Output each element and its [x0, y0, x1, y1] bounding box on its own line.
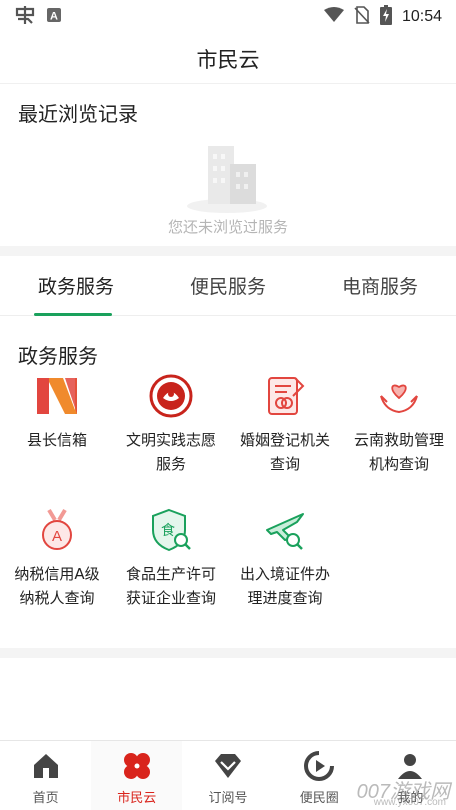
service-label: 出入境证件办理进度查询 — [239, 565, 330, 607]
home-icon — [33, 754, 58, 778]
gov-services-title: 政务服务 — [18, 344, 98, 368]
watermark-url: www.yx007.com — [373, 797, 446, 808]
nav-subscriptions[interactable]: 订阅号 — [182, 741, 273, 810]
wifi-icon — [323, 7, 344, 27]
status-bar: A 10:54 — [0, 0, 456, 34]
a-letter-icon: A — [46, 7, 62, 27]
active-tab-indicator — [34, 313, 112, 316]
marriage-document-icon — [268, 377, 305, 415]
service-tabs: 政务服务 便民服务 电商服务 — [0, 256, 456, 316]
service-tax-credit[interactable]: A 纳税信用A级纳税人查询 — [0, 508, 114, 610]
no-sim-icon — [354, 6, 370, 28]
tab-convenience-services[interactable]: 便民服务 — [152, 256, 304, 315]
nav-label: 首页 — [32, 791, 59, 806]
circle-play-icon — [304, 751, 335, 781]
svg-text:A: A — [50, 11, 58, 23]
service-county-mailbox[interactable]: 县长信箱 — [0, 374, 114, 452]
helping-hands-heart-icon — [380, 384, 418, 414]
section-divider — [0, 648, 456, 658]
app-header: 市民云 — [0, 34, 456, 84]
diamond-icon — [215, 754, 241, 778]
nav-citizen-cloud[interactable]: 市民云 — [91, 741, 183, 810]
service-label: 县长信箱 — [26, 431, 87, 449]
svg-text:A: A — [52, 528, 62, 545]
empty-buildings-illustration — [187, 146, 267, 213]
service-rescue-agency[interactable]: 云南救助管理机构查询 — [342, 374, 456, 476]
nav-community[interactable]: 便民圈 — [274, 741, 365, 810]
service-food-license[interactable]: 食 食品生产许可获证企业查询 — [114, 508, 228, 610]
svg-text:食: 食 — [161, 522, 175, 539]
clover-icon — [123, 753, 150, 779]
service-label: 纳税信用A级纳税人查询 — [14, 565, 100, 607]
page-title: 市民云 — [196, 47, 260, 72]
tab-ecommerce-services[interactable]: 电商服务 — [304, 256, 456, 315]
tab-government-services[interactable]: 政务服务 — [0, 256, 152, 315]
recent-history-section: 最近浏览记录 您还未浏览过服务 — [0, 84, 456, 246]
mailbox-n-logo-icon — [37, 378, 77, 414]
nav-label: 市民云 — [117, 791, 157, 806]
service-label: 食品生产许可获证企业查询 — [125, 565, 216, 607]
nav-label: 订阅号 — [208, 791, 248, 806]
service-marriage-registry[interactable]: 婚姻登记机关查询 — [228, 374, 342, 476]
battery-charging-icon — [379, 5, 392, 29]
food-shield-search-icon: 食 — [152, 508, 191, 552]
service-exit-entry[interactable]: 出入境证件办理进度查询 — [228, 508, 342, 610]
service-label: 文明实践志愿服务 — [125, 431, 216, 473]
service-label: 云南救助管理机构查询 — [353, 431, 444, 473]
app-notification-icon — [14, 5, 36, 29]
medal-a-icon: A — [42, 508, 72, 550]
status-time: 10:54 — [401, 8, 442, 25]
service-label: 婚姻登记机关查询 — [239, 431, 330, 473]
section-divider — [0, 246, 456, 256]
service-volunteer[interactable]: 文明实践志愿服务 — [114, 374, 228, 476]
volunteer-seal-icon — [149, 374, 193, 418]
nav-label: 便民圈 — [299, 791, 339, 806]
airplane-search-icon — [266, 513, 304, 550]
empty-history-text: 您还未浏览过服务 — [167, 218, 288, 236]
nav-home[interactable]: 首页 — [0, 741, 91, 810]
recent-history-title: 最近浏览记录 — [18, 102, 138, 126]
